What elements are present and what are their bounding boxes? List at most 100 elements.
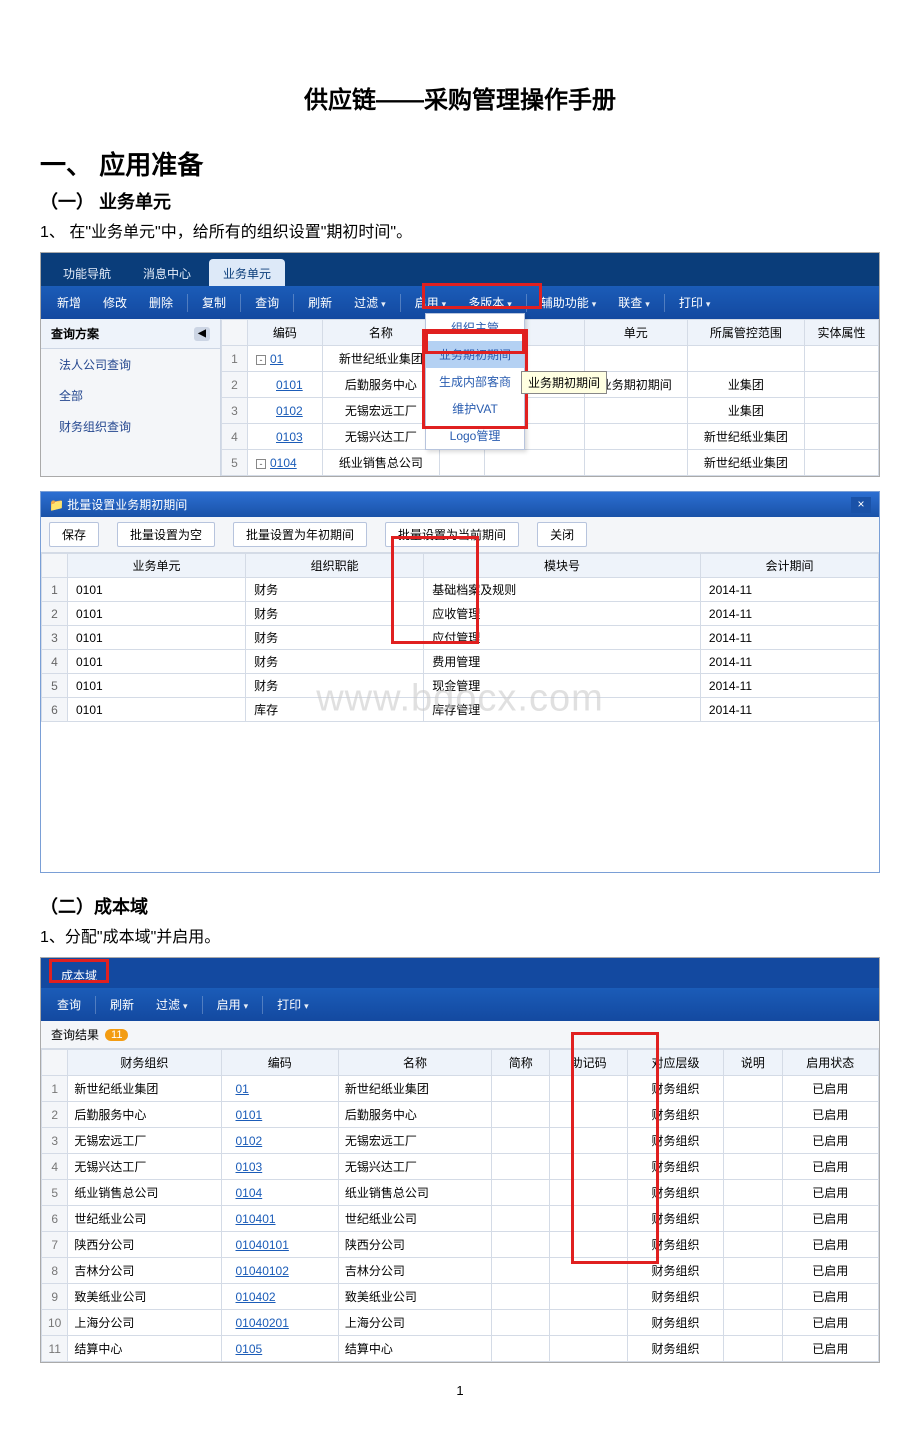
- refresh-button[interactable]: 刷新: [298, 290, 342, 315]
- menu-gen-internal[interactable]: 生成内部客商: [426, 368, 524, 395]
- code-link[interactable]: 0102: [276, 404, 303, 418]
- table-row[interactable]: 3无锡宏远工厂0102无锡宏远工厂财务组织已启用: [42, 1128, 879, 1154]
- modal-toolbar: 保存 批量设置为空 批量设置为年初期间 批量设置为当前期间 关闭: [41, 517, 879, 553]
- code-link[interactable]: 0102: [228, 1134, 263, 1148]
- table-row[interactable]: 7陕西分公司01040101陕西分公司财务组织已启用: [42, 1232, 879, 1258]
- edit-button[interactable]: 修改: [93, 290, 137, 315]
- subsection-heading-1: （一） 业务单元: [40, 188, 880, 214]
- paragraph-2: 1、分配"成本域"并启用。: [40, 923, 880, 947]
- copy-button[interactable]: 复制: [192, 290, 236, 315]
- table-row[interactable]: 10上海分公司01040201上海分公司财务组织已启用: [42, 1310, 879, 1336]
- set-empty-button[interactable]: 批量设置为空: [117, 522, 215, 547]
- table-row[interactable]: 1新世纪纸业集团01新世纪纸业集团财务组织已启用: [42, 1076, 879, 1102]
- tab-business-unit[interactable]: 业务单元: [209, 259, 285, 286]
- table-row[interactable]: 9致美纸业公司010402致美纸业公司财务组织已启用: [42, 1284, 879, 1310]
- print-button[interactable]: 打印: [267, 992, 319, 1017]
- table-row[interactable]: 30101财务应付管理2014-11: [42, 626, 879, 650]
- code-link[interactable]: 0101: [276, 378, 303, 392]
- code-link[interactable]: 01040102: [228, 1264, 289, 1278]
- expand-icon[interactable]: -: [256, 459, 266, 469]
- set-current-button[interactable]: 批量设置为当前期间: [385, 522, 519, 547]
- print-button[interactable]: 打印: [669, 290, 721, 315]
- code-link[interactable]: 010401: [228, 1212, 276, 1226]
- query-button[interactable]: 查询: [47, 992, 91, 1017]
- enable-button[interactable]: 启用: [405, 290, 457, 315]
- query-finance-org[interactable]: 财务组织查询: [41, 411, 220, 442]
- link-query-button[interactable]: 联查: [608, 290, 660, 315]
- col-code: 编码: [221, 1050, 338, 1076]
- cell-code: -01: [248, 346, 323, 372]
- table-row[interactable]: 5-0104纸业销售总公司新世纪纸业集团: [222, 450, 879, 476]
- cell-org: 新世纪纸业集团: [68, 1076, 221, 1102]
- table-row[interactable]: 8吉林分公司01040102吉林分公司财务组织已启用: [42, 1258, 879, 1284]
- cell-status: 已启用: [782, 1258, 878, 1284]
- menu-period-init[interactable]: 业务期初期间: [426, 341, 524, 368]
- table-row[interactable]: 10101财务基础档案及规则2014-11: [42, 578, 879, 602]
- code-link[interactable]: 0104: [270, 456, 297, 470]
- code-link[interactable]: 0104: [228, 1186, 263, 1200]
- set-year-begin-button[interactable]: 批量设置为年初期间: [233, 522, 367, 547]
- tab-cost-domain[interactable]: 成本域: [49, 963, 109, 988]
- table-row[interactable]: 2后勤服务中心0101后勤服务中心财务组织已启用: [42, 1102, 879, 1128]
- filter-button[interactable]: 过滤: [146, 992, 198, 1017]
- menu-org-manager[interactable]: 组织主管: [426, 314, 524, 341]
- code-link[interactable]: 01: [228, 1082, 249, 1096]
- table-row[interactable]: 5纸业销售总公司0104纸业销售总公司财务组织已启用: [42, 1180, 879, 1206]
- collapse-icon[interactable]: ◀: [194, 327, 210, 341]
- cell-bu: 0101: [68, 578, 246, 602]
- query-all[interactable]: 全部: [41, 380, 220, 411]
- expand-icon[interactable]: -: [256, 355, 266, 365]
- menu-vat[interactable]: 维护VAT: [426, 395, 524, 422]
- multiversion-button[interactable]: 多版本: [458, 290, 522, 315]
- tab-message[interactable]: 消息中心: [129, 259, 205, 286]
- modal-empty-area: [41, 722, 879, 872]
- cell-desc: [724, 1154, 782, 1180]
- table-row[interactable]: 20101财务应收管理2014-11: [42, 602, 879, 626]
- table-row[interactable]: 11结算中心0105结算中心财务组织已启用: [42, 1336, 879, 1362]
- code-link[interactable]: 01: [270, 352, 283, 366]
- code-link[interactable]: 0103: [276, 430, 303, 444]
- aux-function-button[interactable]: 辅助功能: [531, 290, 607, 315]
- save-button[interactable]: 保存: [49, 522, 99, 547]
- cell-bu: 0101: [68, 650, 246, 674]
- cell-code: 0102: [221, 1128, 338, 1154]
- table-row[interactable]: 30102无锡宏远工厂业集团: [222, 398, 879, 424]
- code-link[interactable]: 0105: [228, 1342, 263, 1356]
- table-row[interactable]: 40103无锡兴达工厂新世纪纸业集团: [222, 424, 879, 450]
- enable-button[interactable]: 启用: [207, 992, 259, 1017]
- table-row[interactable]: 50101财务现金管理2014-11: [42, 674, 879, 698]
- cell-status: 已启用: [782, 1284, 878, 1310]
- cell-module: 库存管理: [424, 698, 701, 722]
- row-number: 3: [42, 1128, 68, 1154]
- tab-nav[interactable]: 功能导航: [49, 259, 125, 286]
- filter-button[interactable]: 过滤: [344, 290, 396, 315]
- table-row[interactable]: 4无锡兴达工厂0103无锡兴达工厂财务组织已启用: [42, 1154, 879, 1180]
- code-link[interactable]: 010402: [228, 1290, 276, 1304]
- col-unit: 单元: [584, 320, 687, 346]
- menu-logo[interactable]: Logo管理: [426, 422, 524, 449]
- table-row[interactable]: 40101财务费用管理2014-11: [42, 650, 879, 674]
- new-button[interactable]: 新增: [47, 290, 91, 315]
- cell-short: [492, 1076, 550, 1102]
- table-row[interactable]: 6世纪纸业公司010401世纪纸业公司财务组织已启用: [42, 1206, 879, 1232]
- code-link[interactable]: 01040201: [228, 1316, 289, 1330]
- table-row[interactable]: 60101库存库存管理2014-11: [42, 698, 879, 722]
- code-link[interactable]: 0103: [228, 1160, 263, 1174]
- cell-level: 财务组织: [627, 1076, 723, 1102]
- table-row[interactable]: 1-01新世纪纸业集团: [222, 346, 879, 372]
- cell-level: 财务组织: [627, 1336, 723, 1362]
- separator: [95, 996, 96, 1014]
- code-link[interactable]: 0101: [228, 1108, 263, 1122]
- col-rownum: [42, 554, 68, 578]
- query-button[interactable]: 查询: [245, 290, 289, 315]
- close-icon[interactable]: ×: [851, 497, 871, 513]
- delete-button[interactable]: 删除: [139, 290, 183, 315]
- close-button[interactable]: 关闭: [537, 522, 587, 547]
- refresh-button[interactable]: 刷新: [100, 992, 144, 1017]
- separator: [664, 294, 665, 312]
- code-link[interactable]: 01040101: [228, 1238, 289, 1252]
- query-legal-company[interactable]: 法人公司查询: [41, 349, 220, 380]
- cell-period: 2014-11: [700, 602, 878, 626]
- cell-org: 世纪纸业公司: [68, 1206, 221, 1232]
- col-scope: 所属管控范围: [687, 320, 804, 346]
